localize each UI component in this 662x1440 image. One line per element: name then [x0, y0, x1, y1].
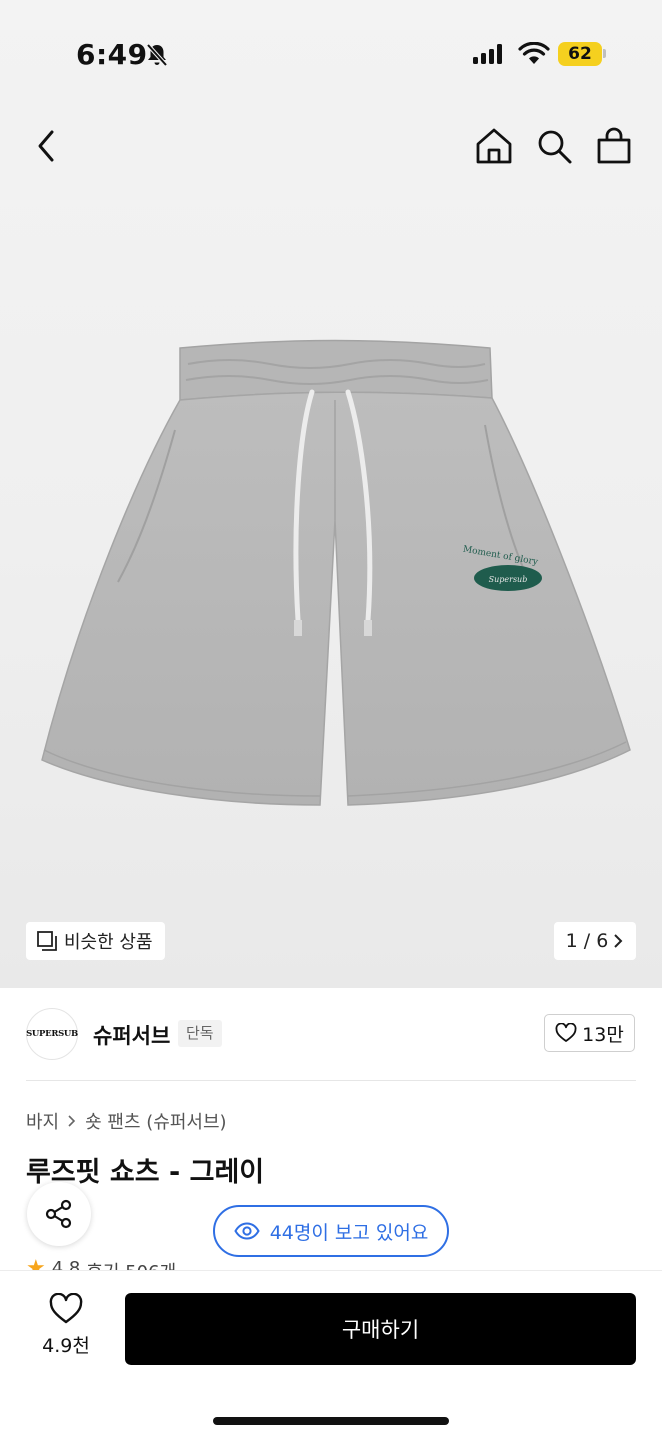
eye-icon — [234, 1222, 260, 1240]
home-indicator — [213, 1417, 449, 1425]
cellular-signal-icon — [473, 44, 502, 64]
live-viewers-pill: 44명이 보고 있어요 — [213, 1205, 449, 1257]
brand-name[interactable]: 슈퍼서브 — [93, 1020, 170, 1050]
similar-products-label: 비슷한 상품 — [64, 932, 153, 953]
gallery-page-indicator[interactable]: 1 / 6 — [554, 922, 636, 960]
wishlist-button[interactable]: 4.9천 — [30, 1292, 102, 1363]
wishlist-count: 4.9천 — [42, 1335, 90, 1357]
share-icon — [45, 1199, 72, 1229]
battery-indicator: 62 — [558, 42, 602, 66]
breadcrumb-item[interactable]: 바지 — [26, 1108, 59, 1134]
heart-outline-icon — [49, 1292, 83, 1324]
similar-products-icon — [37, 931, 57, 951]
status-time: 6:49 — [76, 38, 148, 71]
exclusive-badge: 단독 — [178, 1020, 222, 1047]
similar-products-button[interactable]: 비슷한 상품 — [26, 922, 165, 960]
home-icon[interactable] — [472, 124, 516, 168]
share-button[interactable] — [27, 1182, 91, 1246]
search-icon[interactable] — [532, 124, 576, 168]
status-bar: 6:49 62 — [0, 0, 662, 100]
embroidered-logo-script: Supersub — [489, 575, 528, 584]
product-image: Supersub Moment of glory — [41, 339, 631, 806]
brand-logo[interactable]: SUPERSUB — [26, 1008, 78, 1060]
chevron-right-icon — [614, 934, 623, 948]
page-indicator-text: 1 / 6 — [565, 930, 609, 952]
battery-tip — [603, 49, 606, 58]
breadcrumb: 바지 숏 팬츠 (슈퍼서브) — [26, 1108, 227, 1134]
shopping-bag-icon[interactable] — [592, 124, 636, 168]
buy-button[interactable]: 구매하기 — [125, 1293, 636, 1365]
product-gallery[interactable]: 6:49 62 Supersub Moment of glory 비슷한 상품 … — [0, 0, 662, 988]
wifi-icon — [518, 42, 550, 64]
back-arrow-icon[interactable] — [28, 124, 68, 168]
brand-like-count: 13만 — [582, 1023, 624, 1046]
bottom-action-bar: 4.9천 구매하기 — [0, 1270, 662, 1440]
viewers-text: 44명이 보고 있어요 — [269, 1221, 429, 1244]
divider — [26, 1080, 636, 1081]
bell-muted-icon — [146, 43, 168, 67]
brand-logo-text: SUPERSUB — [26, 1029, 78, 1039]
brand-like-button[interactable]: 13만 — [544, 1014, 635, 1052]
breadcrumb-item[interactable]: 숏 팬츠 (슈퍼서브) — [85, 1108, 226, 1134]
chevron-right-icon — [68, 1115, 76, 1127]
heart-outline-icon — [555, 1023, 577, 1042]
